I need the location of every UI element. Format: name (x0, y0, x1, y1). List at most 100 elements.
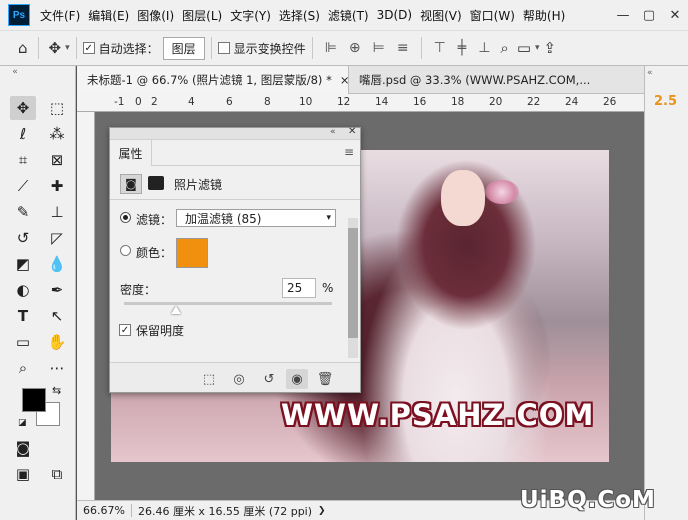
visibility-eye-icon[interactable]: ◉ (286, 369, 308, 389)
dodge-tool-icon[interactable]: ◐ (10, 278, 36, 302)
more-tools-icon[interactable]: ⋯ (44, 356, 70, 380)
ruler-tick: 22 (527, 96, 541, 108)
divider (210, 37, 212, 59)
density-slider-thumb[interactable] (171, 306, 181, 314)
ruler-tick: 4 (188, 96, 195, 108)
menu-edit[interactable]: 编辑(E) (84, 7, 133, 24)
default-colors-icon[interactable]: ◪ (18, 418, 27, 428)
filter-radio[interactable] (120, 212, 131, 223)
align-top-icon[interactable]: ⊤ (434, 40, 446, 56)
chevron-down-icon[interactable]: ▾ (535, 43, 540, 53)
menu-help[interactable]: 帮助(H) (519, 7, 569, 24)
hair-flower (485, 180, 519, 204)
pen-tool-icon[interactable]: ✒ (44, 278, 70, 302)
ruler-tick: -1 (114, 96, 125, 108)
ruler-tick: 16 (413, 96, 427, 108)
color-radio[interactable] (120, 245, 131, 256)
align-left-icon[interactable]: ⊫ (325, 40, 337, 56)
menu-image[interactable]: 图像(I) (133, 7, 178, 24)
ruler-tick: 12 (337, 96, 351, 108)
marquee-tool-icon[interactable]: ⬚ (44, 96, 70, 120)
hand-tool-icon[interactable]: ✋ (44, 330, 70, 354)
eraser-tool-icon[interactable]: ◸ (44, 226, 70, 250)
screen-mode-icon[interactable]: ⧉ (44, 462, 70, 486)
photoshop-logo: Ps (8, 4, 30, 26)
foreground-color-overlay (22, 388, 46, 412)
close-tab-icon[interactable]: × (340, 73, 348, 87)
panel-scrollbar-thumb[interactable] (348, 228, 358, 338)
chevron-right-icon[interactable]: ❯ (318, 506, 326, 516)
path-select-icon[interactable]: ↖ (44, 304, 70, 328)
quick-mask-icon[interactable]: ◙ (10, 436, 36, 460)
ruler-tick: 14 (375, 96, 389, 108)
trash-icon[interactable]: 🗑 (314, 369, 336, 389)
align-vcenter-icon[interactable]: ╪ (458, 40, 466, 56)
menu-window[interactable]: 窗口(W) (466, 7, 519, 24)
ruler-tick: 0 (135, 96, 142, 108)
search-icon[interactable]: ⌕ (500, 39, 508, 57)
collapse-icon[interactable]: « (647, 68, 653, 78)
menu-type[interactable]: 文字(Y) (226, 7, 275, 24)
zoom-level[interactable]: 66.67% (77, 504, 132, 517)
collapse-icon[interactable]: « (2, 66, 28, 78)
zoom-tool-icon[interactable]: ⌕ (10, 356, 36, 380)
close-window-button[interactable]: ✕ (662, 8, 688, 23)
panel-header[interactable]: « ✕ (110, 126, 360, 140)
auto-select-checkbox[interactable]: ✓ (82, 42, 95, 54)
menu-filter[interactable]: 滤镜(T) (324, 7, 373, 24)
move-tool-icon[interactable]: ✥ (10, 96, 36, 120)
magic-wand-icon[interactable]: ⁂ (44, 122, 70, 146)
mask-icon[interactable] (148, 176, 164, 190)
bucket-tool-icon[interactable]: ◩ (10, 252, 36, 276)
maximize-button[interactable]: ▢ (636, 8, 662, 23)
swap-colors-icon[interactable]: ⇆ (52, 384, 61, 397)
minimize-button[interactable]: — (610, 8, 636, 23)
menu-select[interactable]: 选择(S) (275, 7, 324, 24)
show-transform-checkbox[interactable] (217, 42, 230, 54)
eyedropper-icon[interactable]: ⟋ (10, 174, 36, 198)
close-panel-icon[interactable]: ✕ (348, 126, 356, 137)
divider (311, 37, 313, 59)
type-tool-icon[interactable]: T (10, 304, 36, 328)
ruler-tick: 26 (603, 96, 617, 108)
collapse-icon[interactable]: « (330, 127, 336, 137)
chevron-down-icon[interactable]: ▾ (65, 43, 70, 53)
preserve-luminosity-checkbox[interactable]: ✓ (119, 324, 131, 336)
workspace-icon[interactable]: ▭ (517, 39, 531, 57)
filter-dropdown[interactable]: 加温滤镜 (85) ▾ (176, 209, 336, 227)
tab-untitled-1[interactable]: 未标题-1 @ 66.7% (照片滤镜 1, 图层蒙版/8) * × (77, 66, 349, 94)
filter-value: 加温滤镜 (85) (185, 211, 262, 226)
align-bottom-icon[interactable]: ⊥ (478, 40, 490, 56)
share-icon[interactable]: ⇪ (544, 39, 557, 57)
menu-3d[interactable]: 3D(D) (373, 8, 416, 22)
lasso-tool-icon[interactable]: ℓ (10, 122, 36, 146)
menu-file[interactable]: 文件(F) (36, 7, 84, 24)
stamp-tool-icon[interactable]: ⊥ (44, 200, 70, 224)
menu-view[interactable]: 视图(V) (416, 7, 466, 24)
rectangle-tool-icon[interactable]: ▭ (10, 330, 36, 354)
distribute-icon[interactable]: ≡ (397, 40, 409, 56)
edit-toolbar-icon[interactable]: ▣ (10, 462, 36, 486)
clip-to-layer-icon[interactable]: ⬚ (198, 369, 220, 389)
tab-properties[interactable]: 属性 (110, 140, 152, 166)
density-input[interactable]: 25 (282, 278, 316, 298)
crop-tool-icon[interactable]: ⌗ (10, 148, 36, 172)
color-swatch[interactable] (176, 238, 208, 268)
view-previous-state-icon[interactable]: ◎ (228, 369, 250, 389)
align-hcenter-icon[interactable]: ⊕ (349, 40, 361, 56)
healing-brush-icon[interactable]: ✚ (44, 174, 70, 198)
align-right-icon[interactable]: ⊨ (373, 40, 385, 56)
menu-layer[interactable]: 图层(L) (178, 7, 226, 24)
brush-tool-icon[interactable]: ✎ (10, 200, 36, 224)
density-slider-track[interactable] (124, 302, 332, 305)
panel-menu-icon[interactable]: ≡ (344, 145, 354, 159)
camera-icon[interactable]: ◙ (120, 174, 142, 194)
layer-select-dropdown[interactable]: 图层 (162, 36, 205, 60)
move-tool-icon[interactable]: ✥ (49, 39, 62, 57)
frame-tool-icon[interactable]: ⊠ (44, 148, 70, 172)
reset-icon[interactable]: ↺ (258, 369, 280, 389)
blur-tool-icon[interactable]: 💧 (44, 252, 70, 276)
tab-lips-psd[interactable]: 嘴唇.psd @ 33.3% (WWW.PSAHZ.COM,... (349, 66, 644, 94)
history-brush-icon[interactable]: ↺ (10, 226, 36, 250)
home-icon[interactable]: ⌂ (18, 39, 28, 57)
